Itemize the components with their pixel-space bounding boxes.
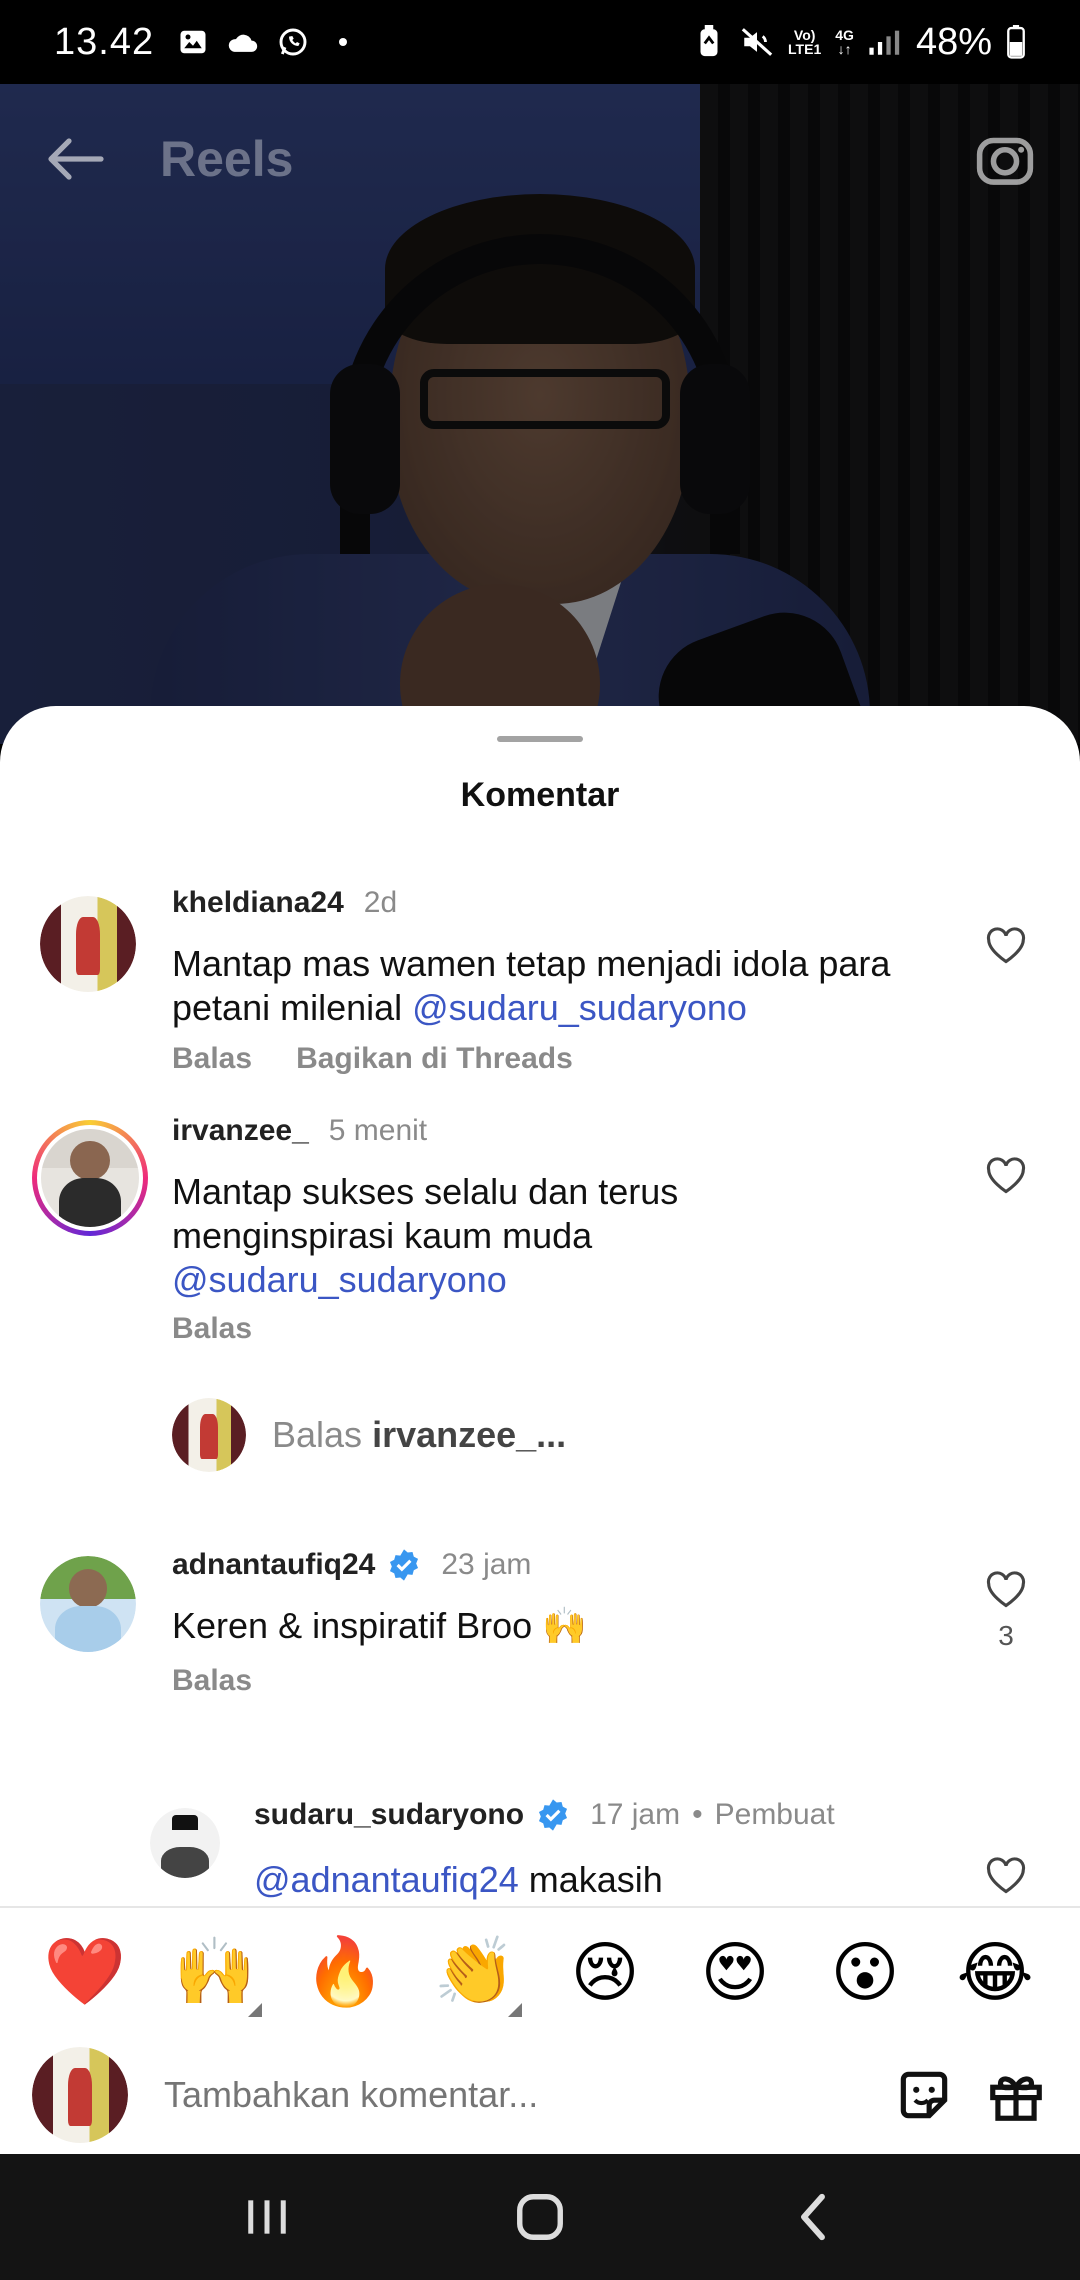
emoji-clap[interactable]: 👏 xyxy=(430,1933,522,2017)
comment-body: Mantap sukses selalu dan terus menginspi… xyxy=(172,1171,679,1256)
comment-time: 17 jam xyxy=(590,1798,681,1831)
comment-username[interactable]: kheldiana24 xyxy=(172,886,344,920)
emoji-heart[interactable]: ❤️ xyxy=(40,1933,130,2011)
like-heart-icon[interactable] xyxy=(982,1852,1030,1900)
comment-time: 5 menit xyxy=(328,1114,428,1147)
emoji-cry[interactable]: 😢 xyxy=(560,1934,650,2011)
emoji-clap-glyph: 👏 xyxy=(433,1933,517,2010)
battery-icon xyxy=(1006,25,1026,59)
reels-title: Reels xyxy=(160,131,294,187)
avatar xyxy=(172,1398,246,1472)
avatar[interactable] xyxy=(40,896,136,992)
emoji-heart-eyes[interactable]: 😍 xyxy=(690,1934,780,2011)
comment-username[interactable]: adnantaufiq24 xyxy=(172,1548,375,1582)
reels-header: Reels xyxy=(0,84,1080,234)
like-heart-icon[interactable] xyxy=(982,1566,1030,1614)
emoji-bar: ❤️ 🙌 🔥 👏 😢 😍 😮 😂 xyxy=(0,1906,1080,2036)
back-icon[interactable] xyxy=(773,2177,853,2257)
comment-text: Mantap sukses selalu dan terus menginspi… xyxy=(172,1170,792,1302)
comment-input[interactable] xyxy=(164,2074,852,2116)
own-avatar xyxy=(32,2047,128,2143)
emoji-raised-hands-glyph: 🙌 xyxy=(173,1933,257,2010)
verified-badge-icon xyxy=(387,1548,421,1582)
reply-button[interactable]: Balas xyxy=(172,1664,252,1698)
recent-apps-icon[interactable] xyxy=(227,2177,307,2257)
comment-mention[interactable]: @sudaru_sudaryono xyxy=(172,1259,507,1300)
like-count: 3 xyxy=(998,1620,1014,1651)
reply-prompt-username: irvanzee_... xyxy=(372,1414,567,1455)
data-arrows-icon: ↓↑ xyxy=(837,41,852,57)
dot-icon xyxy=(326,25,360,59)
gift-icon[interactable] xyxy=(984,2063,1048,2127)
comments-sheet: Komentar kheldiana24 2d Mantap mas wamen… xyxy=(0,706,1080,2154)
emoji-surprised[interactable]: 😮 xyxy=(820,1934,910,2011)
comment-mention[interactable]: @adnantaufiq24 xyxy=(254,1859,519,1900)
share-threads-button[interactable]: Bagikan di Threads xyxy=(296,1042,573,1076)
cloud-icon xyxy=(226,25,260,59)
battery-saver-icon xyxy=(692,25,726,59)
comment-time: 2d xyxy=(363,886,398,919)
creator-separator: • xyxy=(692,1798,703,1831)
comment-composer xyxy=(0,2036,1080,2154)
sticker-icon[interactable] xyxy=(892,2063,956,2127)
emoji-raised-hands[interactable]: 🙌 xyxy=(170,1933,262,2017)
status-time: 13.42 xyxy=(54,20,155,63)
comment-username[interactable]: sudaru_sudaryono xyxy=(254,1798,524,1832)
reply-prompt-prefix: Balas xyxy=(272,1414,373,1455)
whatsapp-icon xyxy=(276,25,310,59)
avatar-story-ring[interactable] xyxy=(32,1120,148,1236)
signal-icon xyxy=(868,25,902,59)
home-icon[interactable] xyxy=(500,2177,580,2257)
network-type-text: 4G xyxy=(835,27,854,43)
comment-username[interactable]: irvanzee_ xyxy=(172,1114,309,1148)
volte-indicator: Vo) LTE1 xyxy=(788,25,821,59)
verified-badge-icon xyxy=(536,1798,570,1832)
avatar[interactable] xyxy=(150,1808,220,1878)
comments-list[interactable]: kheldiana24 2d Mantap mas wamen tetap me… xyxy=(0,856,1080,1906)
status-bar: 13.42 Vo) LTE1 4G ↓↑ 48% xyxy=(0,0,1080,84)
back-arrow-icon[interactable] xyxy=(40,124,110,194)
camera-icon[interactable] xyxy=(970,124,1040,194)
system-nav-bar xyxy=(0,2154,1080,2280)
avatar[interactable] xyxy=(40,1556,136,1652)
comment-text: Keren & inspiratif Broo 🙌 xyxy=(172,1605,588,1646)
reply-prompt-text[interactable]: Balas irvanzee_... xyxy=(272,1414,566,1456)
emoji-fire[interactable]: 🔥 xyxy=(300,1933,390,2011)
skin-tone-indicator-icon xyxy=(248,2003,262,2017)
sheet-drag-handle[interactable] xyxy=(497,736,583,742)
volte-text: Vo) xyxy=(793,27,816,43)
creator-label: Pembuat xyxy=(714,1798,835,1831)
reply-button[interactable]: Balas xyxy=(172,1042,252,1076)
mute-icon xyxy=(740,25,774,59)
sheet-title: Komentar xyxy=(460,776,620,814)
battery-percent: 48% xyxy=(915,20,992,63)
comment-mention[interactable]: @sudaru_sudaryono xyxy=(412,987,747,1028)
gallery-icon xyxy=(176,25,210,59)
comment-text: @adnantaufiq24 makasih xyxy=(254,1858,954,1902)
network-type-indicator: 4G ↓↑ xyxy=(835,25,854,59)
like-heart-icon[interactable] xyxy=(982,1152,1030,1200)
comment-body: makasih xyxy=(518,1859,663,1900)
comment-text: Mantap mas wamen tetap menjadi idola par… xyxy=(172,942,952,1030)
reply-button[interactable]: Balas xyxy=(172,1312,252,1346)
emoji-laugh[interactable]: 😂 xyxy=(950,1934,1040,2011)
lte-text: LTE1 xyxy=(788,41,822,57)
like-heart-icon[interactable] xyxy=(982,922,1030,970)
comment-time: 23 jam xyxy=(441,1548,532,1581)
skin-tone-indicator-icon xyxy=(508,2003,522,2017)
